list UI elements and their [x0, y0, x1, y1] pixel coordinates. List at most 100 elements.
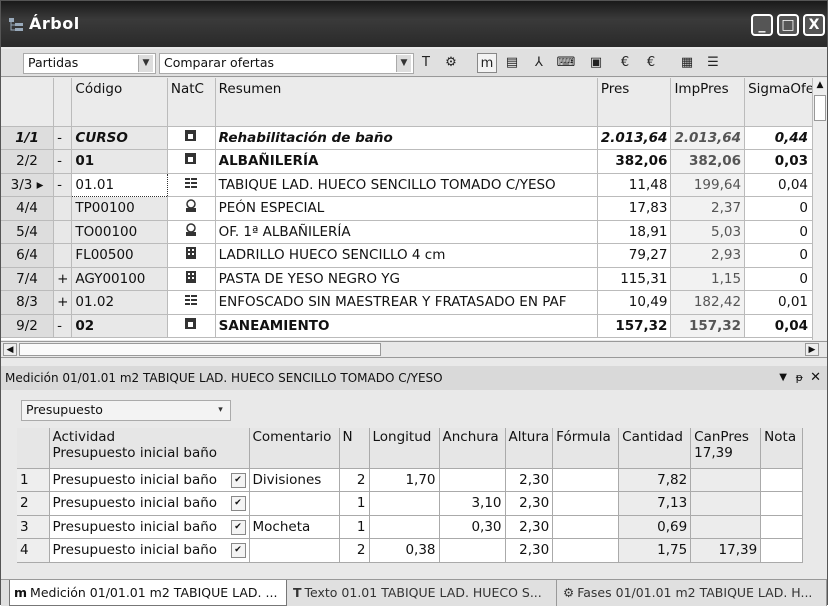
- row-number[interactable]: 4/4: [1, 196, 55, 221]
- actividad-dropdown-icon[interactable]: ✔: [230, 472, 246, 488]
- altura-cell[interactable]: 2,30: [505, 491, 554, 516]
- h-scroll-thumb[interactable]: [19, 343, 381, 356]
- tree-row[interactable]: 1/1- CURSO Rehabilitación de baño 2.013,64 2…: [1, 126, 827, 150]
- altura-cell[interactable]: 2,30: [505, 538, 554, 563]
- pres-cell[interactable]: 382,06: [597, 149, 672, 174]
- expand-toggle[interactable]: [53, 196, 73, 221]
- medicion-row-index[interactable]: 2: [17, 491, 50, 516]
- natc-cell[interactable]: [167, 267, 216, 291]
- longitud-cell[interactable]: 0,38: [369, 538, 440, 563]
- expand-toggle[interactable]: -: [53, 126, 73, 150]
- codigo-cell[interactable]: 01.01: [71, 172, 168, 197]
- actividad-cell[interactable]: Presupuesto inicial baño ✔: [49, 491, 250, 516]
- row-number[interactable]: 7/4: [1, 267, 55, 291]
- partidas-dropdown[interactable]: Partidas ▼: [23, 53, 156, 74]
- resumen-cell[interactable]: PASTA DE YESO NEGRO YG: [215, 267, 598, 291]
- resumen-cell[interactable]: SANEAMIENTO: [215, 314, 598, 338]
- expand-toggle[interactable]: -: [53, 149, 73, 174]
- tree-row[interactable]: 2/2-01 ALBAÑILERÍA 382,06 382,06 0,03: [1, 149, 827, 174]
- codigo-cell[interactable]: 02: [71, 314, 168, 338]
- natc-cell[interactable]: [167, 314, 216, 338]
- longitud-cell[interactable]: [369, 491, 440, 516]
- row-number[interactable]: 1/1: [1, 126, 55, 150]
- header-anchura[interactable]: Anchura: [439, 428, 506, 469]
- header-n[interactable]: N: [339, 428, 370, 469]
- measurement-icon[interactable]: m: [477, 53, 497, 73]
- expand-toggle[interactable]: +: [53, 290, 73, 315]
- close-button[interactable]: X: [803, 14, 825, 36]
- header-actividad[interactable]: Actividad Presupuesto inicial baño: [49, 428, 250, 469]
- header-altura[interactable]: Altura: [505, 428, 554, 469]
- medicion-row[interactable]: 2 Presupuesto inicial baño ✔ 1 3,10 2,30 7,13: [17, 491, 804, 516]
- tree-row[interactable]: 7/4 + AGY00100 PASTA DE YESO NEGRO YG 115,31…: [1, 267, 827, 291]
- resumen-cell[interactable]: LADRILLO HUECO SENCILLO 4 cm: [215, 243, 598, 268]
- n-cell[interactable]: 1: [339, 515, 370, 539]
- tab-texto[interactable]: T Texto 01.01 TABIQUE LAD. HUECO S...: [289, 580, 557, 606]
- natc-cell[interactable]: [167, 196, 216, 221]
- scroll-up-icon[interactable]: ▲: [813, 78, 827, 93]
- pres-cell[interactable]: 157,32: [597, 314, 672, 338]
- row-number[interactable]: 3/3 ▸: [1, 173, 55, 197]
- row-number[interactable]: 2/2: [1, 149, 55, 174]
- codigo-cell[interactable]: FL00500: [71, 243, 168, 268]
- medicion-row[interactable]: 4 Presupuesto inicial baño ✔ 2 0,38 2,30 1,75 1…: [17, 538, 804, 563]
- price-icon[interactable]: €: [615, 53, 635, 73]
- pres-cell[interactable]: 79,27: [597, 243, 672, 268]
- formula-cell[interactable]: [552, 491, 620, 516]
- codigo-cell[interactable]: TO00100: [71, 220, 168, 244]
- actividad-cell[interactable]: Presupuesto inicial baño ✔: [49, 538, 250, 563]
- header-pres[interactable]: Pres: [597, 78, 672, 127]
- row-number[interactable]: 9/2: [1, 314, 55, 338]
- anchura-cell[interactable]: [439, 538, 506, 563]
- pres-cell[interactable]: 11,48: [597, 173, 672, 197]
- maximize-button[interactable]: □: [777, 14, 799, 36]
- medicion-row[interactable]: 3 Presupuesto inicial baño ✔ Mocheta 1 0,30 2,…: [17, 515, 804, 539]
- codigo-cell[interactable]: AGY00100: [71, 267, 168, 291]
- n-cell[interactable]: 1: [339, 491, 370, 516]
- header-natc[interactable]: NatC: [167, 78, 216, 127]
- window-icon[interactable]: ▣: [586, 53, 606, 73]
- natc-cell[interactable]: [167, 220, 216, 244]
- tree-row[interactable]: 5/4 TO00100 OF. 1ª ALBAÑILERÍA 18,91 5,03 0: [1, 220, 827, 244]
- medicion-row-index[interactable]: 1: [17, 468, 50, 492]
- resumen-cell[interactable]: OF. 1ª ALBAÑILERÍA: [215, 220, 598, 244]
- tree-row[interactable]: 8/3 +01.02 ENFOSCADO SIN MAESTREAR Y FRATA…: [1, 290, 827, 315]
- medicion-row-index[interactable]: 3: [17, 515, 50, 539]
- scroll-thumb[interactable]: [814, 95, 826, 121]
- nota-cell[interactable]: [760, 491, 804, 516]
- panel-menu-icon[interactable]: ▼: [779, 366, 787, 390]
- comentario-cell[interactable]: [249, 491, 340, 516]
- natc-cell[interactable]: [167, 149, 216, 174]
- anchura-cell[interactable]: [439, 468, 506, 492]
- comparar-ofertas-dropdown[interactable]: Comparar ofertas ▼: [159, 53, 414, 74]
- key-icon[interactable]: ⌨: [556, 53, 576, 73]
- header-formula[interactable]: Fórmula: [552, 428, 620, 469]
- n-cell[interactable]: 2: [339, 468, 370, 492]
- grid-icon[interactable]: ▦: [677, 53, 697, 73]
- comentario-cell[interactable]: [249, 538, 340, 563]
- resumen-cell[interactable]: ALBAÑILERÍA: [215, 149, 598, 174]
- header-comentario[interactable]: Comentario: [249, 428, 340, 469]
- scroll-left-icon[interactable]: ◀: [3, 343, 17, 356]
- nota-cell[interactable]: [760, 515, 804, 539]
- formula-cell[interactable]: [552, 468, 620, 492]
- header-resumen[interactable]: Resumen: [215, 78, 598, 127]
- panel-close-icon[interactable]: ✕: [810, 366, 821, 390]
- header-nota[interactable]: Nota: [760, 428, 804, 469]
- scroll-right-icon[interactable]: ▶: [805, 343, 819, 356]
- anchura-cell[interactable]: 0,30: [439, 515, 506, 539]
- expand-toggle[interactable]: +: [53, 267, 73, 291]
- tree-row[interactable]: 9/2-02 SANEAMIENTO 157,32 157,32 0,04: [1, 314, 827, 338]
- natc-cell[interactable]: [167, 243, 216, 268]
- phases-icon[interactable]: ⚙: [441, 53, 461, 73]
- actividad-dropdown-icon[interactable]: ✔: [230, 519, 246, 535]
- horizontal-scrollbar[interactable]: ◀ ▶: [1, 341, 827, 358]
- expand-toggle[interactable]: [53, 220, 73, 244]
- medicion-row-index[interactable]: 4: [17, 538, 50, 563]
- document-icon[interactable]: ▤: [502, 53, 522, 73]
- row-number[interactable]: 5/4: [1, 220, 55, 244]
- formula-cell[interactable]: [552, 538, 620, 563]
- resumen-cell[interactable]: PEÓN ESPECIAL: [215, 196, 598, 221]
- tab-fases[interactable]: ⚙ Fases 01/01.01 m2 TABIQUE LAD. H...: [559, 580, 827, 606]
- altura-cell[interactable]: 2,30: [505, 468, 554, 492]
